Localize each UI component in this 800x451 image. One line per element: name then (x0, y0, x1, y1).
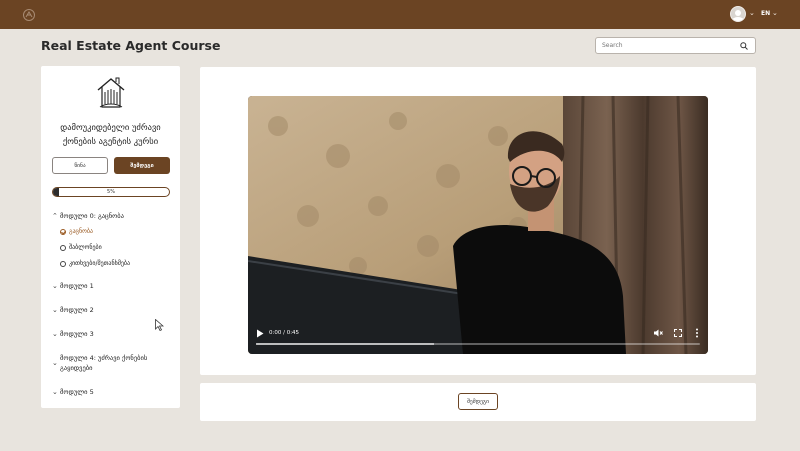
circle-icon (60, 261, 66, 267)
video-buffered-fill (256, 343, 434, 345)
module-2-header[interactable]: ⌄ მოდული 2 (52, 305, 94, 315)
top-navbar: ⌄ EN ⌄ (0, 0, 800, 29)
house-logo-icon (97, 77, 125, 108)
search-input[interactable] (602, 40, 732, 51)
fullscreen-icon[interactable] (674, 329, 682, 337)
next-lesson-button[interactable]: შემდეგი (458, 393, 498, 410)
mute-icon[interactable] (653, 328, 663, 338)
video-seek-bar[interactable] (256, 343, 700, 345)
lesson-item-questions[interactable]: კითხვები/შეთანხმება (60, 259, 130, 269)
module-4-header[interactable]: ⌄ მოდული 4: უძრავი ქონების გაყიდვები (52, 353, 147, 373)
course-title-line2: ქონების აგენტის კურსი (62, 137, 159, 147)
chevron-down-icon: ⌄ (52, 282, 58, 290)
video-player[interactable]: 0:00 / 0:45 (248, 96, 708, 354)
page-title: Real Estate Agent Course (41, 38, 221, 53)
lesson-item-templates[interactable]: შაბლონები (60, 243, 102, 253)
search-box (595, 37, 756, 54)
course-sidebar: დამოუკიდებელი უძრავი ქონების აგენტის კურ… (41, 66, 180, 408)
avatar-chevron-down-icon[interactable]: ⌄ (749, 10, 755, 17)
module-label: მოდული 0: გაცნობა (60, 212, 124, 220)
chevron-down-icon: ⌄ (52, 330, 58, 338)
check-circle-icon (60, 229, 66, 235)
course-title: დამოუკიდებელი უძრავი ქონების აგენტის კურ… (47, 121, 174, 149)
module-label: მოდული 1 (60, 282, 94, 290)
chevron-down-icon: ⌄ (52, 306, 58, 314)
module-label: მოდული 3 (60, 330, 94, 338)
progress-label: 5% (107, 189, 115, 195)
lesson-label: შაბლონები (69, 244, 102, 251)
chevron-down-icon: ⌄ (52, 388, 58, 396)
module-label-line1: მოდული 4: უძრავი ქონების (60, 354, 148, 362)
course-title-line1: დამოუკიდებელი უძრავი (60, 123, 161, 133)
circle-icon (60, 245, 66, 251)
module-label: მოდული 2 (60, 306, 94, 314)
lesson-label: გაცნობა (69, 228, 93, 235)
previous-button[interactable]: წინა (52, 157, 108, 174)
module-5-header[interactable]: ⌄ მოდული 5 (52, 387, 94, 397)
course-progress-bar: 5% (52, 187, 170, 197)
lesson-label: კითხვები/შეთანხმება (69, 260, 131, 267)
user-avatar[interactable] (730, 6, 746, 22)
language-selector[interactable]: EN (761, 10, 770, 17)
language-chevron-down-icon[interactable]: ⌄ (772, 10, 778, 17)
chevron-down-icon: ⌄ (52, 359, 58, 367)
more-options-icon[interactable] (694, 328, 700, 338)
module-label-line2: გაყიდვები (60, 364, 93, 372)
play-icon[interactable] (256, 329, 264, 338)
video-time: 0:00 / 0:45 (269, 330, 300, 336)
module-1-header[interactable]: ⌄ მოდული 1 (52, 281, 94, 291)
video-frame (248, 96, 708, 354)
chevron-up-icon: ⌃ (52, 212, 58, 220)
next-button[interactable]: შემდეგი (114, 157, 170, 174)
module-label: მოდული 5 (60, 388, 94, 396)
mouse-cursor-icon (155, 319, 164, 331)
brand-logo-icon[interactable] (22, 8, 36, 22)
search-icon[interactable] (740, 42, 748, 50)
lesson-item-intro[interactable]: გაცნობა (60, 227, 93, 237)
module-0-header[interactable]: ⌃ მოდული 0: გაცნობა (52, 211, 124, 221)
module-3-header[interactable]: ⌄ მოდული 3 (52, 329, 94, 339)
